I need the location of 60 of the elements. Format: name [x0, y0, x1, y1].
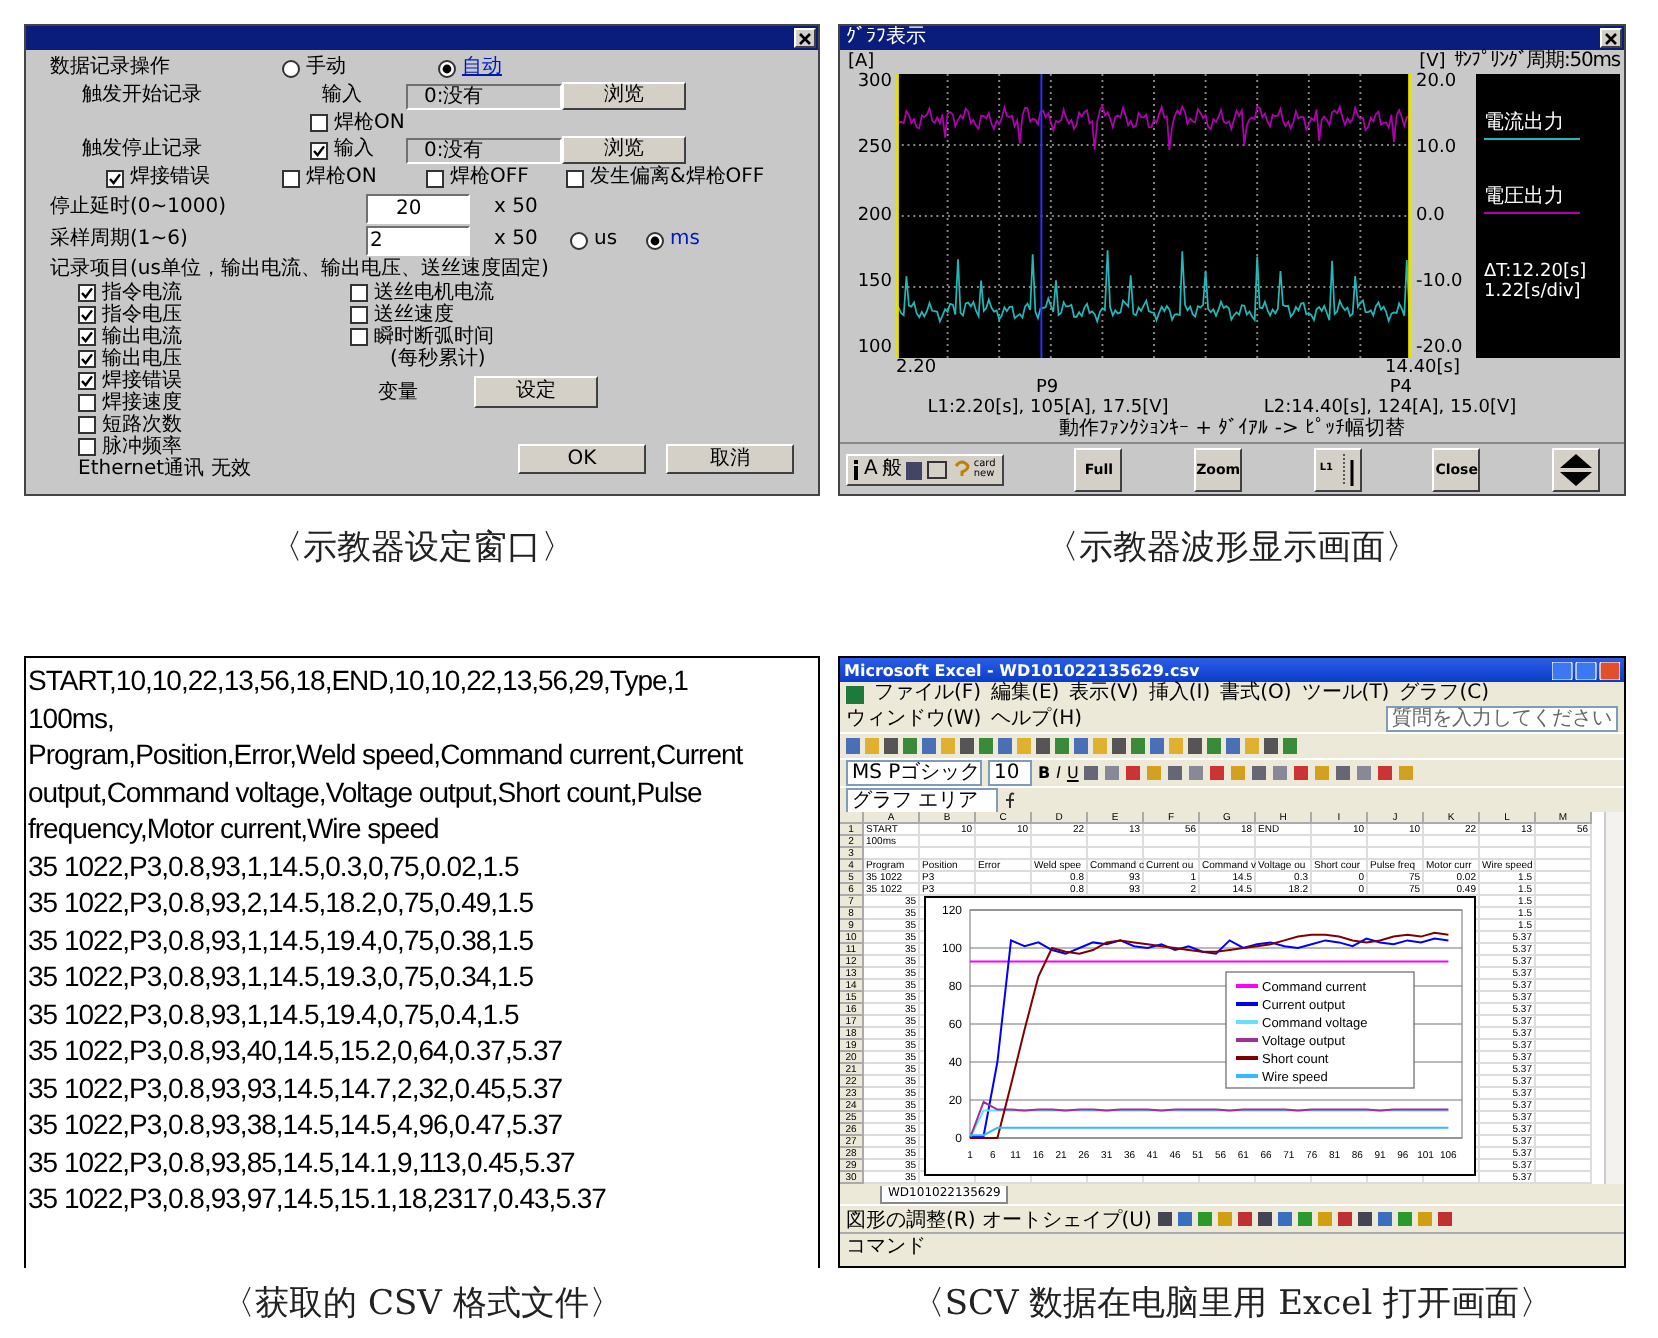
- axis-tick-label: 10.0: [1416, 140, 1457, 159]
- field-label: 变量: [378, 381, 418, 403]
- window-title: Microsoft Excel - WD101022135629.csv: [844, 661, 1200, 679]
- axis-unit: [V]: [1419, 50, 1446, 72]
- legend-label: 電圧出力: [1484, 188, 1566, 208]
- section-label: 记录项目(us单位，输出电流、输出电压、送丝速度固定): [50, 257, 549, 281]
- unit-label: x 50: [494, 196, 538, 220]
- axis-unit: [A]: [848, 50, 875, 72]
- marker-label: P9: [1036, 378, 1059, 398]
- legend-label: 電流出力: [1484, 114, 1566, 134]
- cursor-readout: L1:2.20[s], 105[A], 17.5[V]: [927, 398, 1169, 418]
- figure-caption: 〈获取的 CSV 格式文件〉: [221, 1282, 623, 1326]
- axis-tick-label: 300: [857, 74, 892, 92]
- axis-tick-label: 200: [857, 207, 892, 225]
- csv-line: 35 1022,P3,0.8,93,2,14.5,18.2,0,75,0.49,1.5: [28, 884, 536, 921]
- axis-tick-label: -20.0: [1416, 340, 1463, 358]
- field-label: 数据记录操作: [50, 56, 170, 80]
- csv-line: 35 1022,P3,0.8,93,1,14.5,0.3,0,75,0.02,1.5: [28, 847, 521, 884]
- csv-line: 35 1022,P3,0.8,93,1,14.5,19.4,0,75,0.38,1.5: [28, 921, 536, 958]
- cursor-readout: L2:14.40[s], 124[A], 15.0[V]: [1263, 398, 1517, 418]
- field-label: 触发停止记录: [82, 138, 202, 162]
- figure-caption: 〈示教器波形显示画面〉: [1045, 526, 1419, 570]
- hint-text: 動作ﾌｧﾝｸｼｮﾝｷｰ + ﾀﾞｲｱﾙ -> ﾋﾟｯﾁ幅切替: [1058, 418, 1406, 442]
- axis-tick-label: -10.0: [1416, 273, 1463, 292]
- sampling-label: ｻﾝﾌﾟﾘﾝｸﾞ周期:50ms: [1453, 50, 1620, 72]
- csv-line: 35 1022,P3,0.8,93,1,14.5,19.4,0,75,0.4,1.5: [28, 995, 521, 1032]
- marker-label: P4: [1389, 378, 1412, 398]
- axis-tick-label: 100: [857, 340, 892, 358]
- value-field: 0:没有: [406, 83, 562, 109]
- csv-line: START,10,10,22,13,56,18,END,10,10,22,13,56,29,Type,1: [28, 662, 690, 699]
- figure-caption: 〈SCV 数据在电脑里用 Excel 打开画面〉: [910, 1282, 1554, 1326]
- field-label: 输入: [322, 84, 362, 108]
- figure-caption: 〈示教器设定窗口〉: [269, 526, 575, 570]
- value-field: 0:没有: [406, 137, 562, 163]
- delta-text: ΔT:12.20[s]: [1484, 262, 1589, 282]
- csv-line: 35 1022,P3,0.8,93,1,14.5,19.3,0,75,0.34,1.5: [28, 958, 536, 995]
- delta-text: 1.22[s/div]: [1484, 282, 1583, 302]
- axis-tick-label: 0.0: [1416, 207, 1445, 225]
- unit-label: x 50: [494, 228, 538, 252]
- csv-line: 35 1022,P3,0.8,93,40,14.5,15.2,0,64,0.37,5.37: [28, 1032, 565, 1069]
- csv-line: 35 1022,P3,0.8,93,85,14.5,14.1,9,113,0.45,5.37: [28, 1143, 577, 1180]
- field-label: 停止延时(0~1000): [50, 196, 226, 220]
- note-text: (每秒累计): [388, 348, 488, 370]
- window-title: ｸﾞﾗﾌ表示: [846, 26, 926, 50]
- axis-tick-label: 14.40[s]: [1385, 358, 1460, 378]
- field-label: 触发开始记录: [82, 84, 202, 108]
- status-text: コマンド: [846, 1234, 926, 1260]
- csv-line: 35 1022,P3,0.8,93,97,14.5,15.1,18,2317,0.43,5.37: [28, 1180, 608, 1217]
- axis-tick-label: 2.20: [896, 358, 937, 378]
- axis-tick-label: 20.0: [1416, 74, 1457, 92]
- axis-tick-label: 250: [857, 140, 892, 159]
- tool-letter: 般: [881, 457, 902, 481]
- tool-letter: A: [864, 457, 878, 481]
- csv-line: Program,Position,Error,Weld speed,Command current,Current output,Command voltage,Voltage output,Short count,Pulse frequency,Motor current,Wire speed: [28, 736, 745, 847]
- csv-line: 35 1022,P3,0.8,93,38,14.5,14.5,4,96,0.47,5.37: [28, 1106, 565, 1143]
- field-label: 采样周期(1~6): [50, 228, 188, 252]
- axis-tick-label: 150: [857, 273, 892, 292]
- status-text: Ethernet通讯 无效: [78, 458, 253, 480]
- csv-line: 35 1022,P3,0.8,93,93,14.5,14.7,2,32,0.45,5.37: [28, 1069, 565, 1106]
- csv-line: 100ms,: [28, 699, 116, 736]
